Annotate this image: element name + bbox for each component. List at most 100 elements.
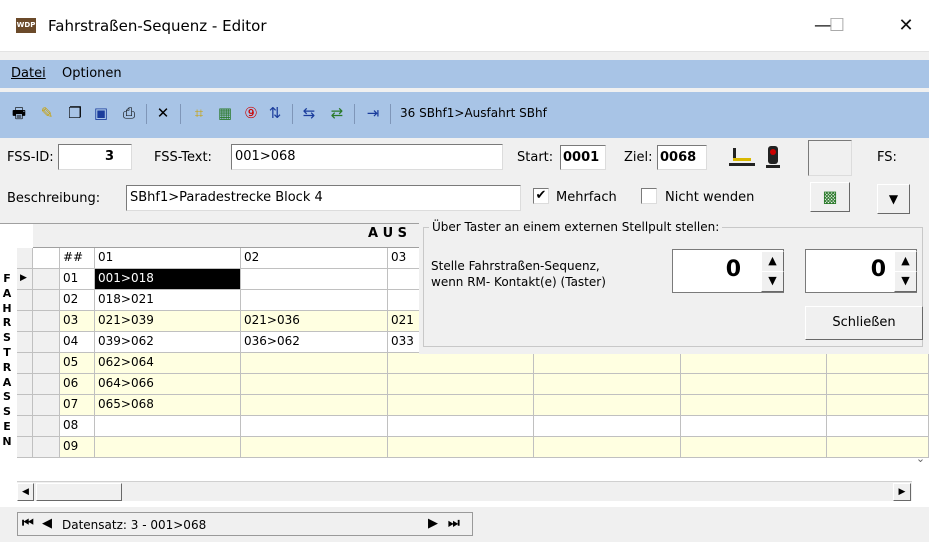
table-cell[interactable] bbox=[681, 353, 827, 374]
table-cell[interactable] bbox=[681, 374, 827, 395]
ziel-field[interactable]: 0068 bbox=[657, 145, 707, 170]
table-cell[interactable] bbox=[33, 437, 60, 458]
table-cell[interactable] bbox=[681, 437, 827, 458]
scroll-right-icon[interactable]: ▶ bbox=[893, 483, 911, 501]
table-cell[interactable]: 07 bbox=[60, 395, 95, 416]
scroll-down-icon[interactable]: ⌄ bbox=[912, 452, 929, 472]
print-icon[interactable]: ⎙ bbox=[118, 102, 140, 124]
maximize-button[interactable]: ☐ bbox=[814, 12, 860, 40]
move-left-icon[interactable]: ⇆ bbox=[298, 102, 320, 124]
move-right-icon[interactable]: ⇄ bbox=[326, 102, 348, 124]
table-cell[interactable]: 02 bbox=[60, 290, 95, 311]
menu-optionen[interactable]: Optionen bbox=[62, 66, 122, 81]
spin-up-icon[interactable]: ▲ bbox=[894, 251, 917, 272]
table-cell[interactable] bbox=[33, 311, 60, 332]
table-cell[interactable] bbox=[827, 353, 929, 374]
table-cell[interactable] bbox=[827, 395, 929, 416]
table-cell[interactable]: 039>062 bbox=[95, 332, 241, 353]
table-cell[interactable] bbox=[241, 416, 388, 437]
row-selector[interactable]: ▶ bbox=[17, 269, 33, 290]
grid-icon[interactable]: ▦ bbox=[214, 102, 236, 124]
row-selector[interactable] bbox=[17, 437, 33, 458]
fs-dropdown-button[interactable]: ▼ bbox=[877, 184, 910, 214]
row-selector[interactable] bbox=[17, 332, 33, 353]
close-panel-button[interactable]: Schließen bbox=[805, 306, 923, 340]
table-cell[interactable] bbox=[388, 395, 534, 416]
table-cell[interactable] bbox=[241, 269, 388, 290]
horizontal-scrollbar[interactable]: ◀ ▶ bbox=[17, 481, 912, 501]
spin-field-2[interactable]: 0 ▲ ▼ bbox=[805, 249, 917, 293]
table-cell[interactable]: 01 bbox=[60, 269, 95, 290]
table-cell[interactable] bbox=[388, 416, 534, 437]
next-record-icon[interactable]: ▶ bbox=[428, 516, 438, 531]
table-cell[interactable] bbox=[534, 437, 681, 458]
spin-field-1[interactable]: 0 ▲ ▼ bbox=[672, 249, 784, 293]
table-cell[interactable] bbox=[241, 374, 388, 395]
table-cell[interactable] bbox=[241, 437, 388, 458]
row-selector[interactable] bbox=[17, 416, 33, 437]
table-cell[interactable] bbox=[534, 395, 681, 416]
row-selector[interactable] bbox=[17, 374, 33, 395]
apply-icon[interactable]: ▩ bbox=[810, 182, 850, 212]
spin-up-icon[interactable]: ▲ bbox=[761, 251, 784, 272]
row-selector[interactable] bbox=[17, 290, 33, 311]
row-selector[interactable] bbox=[17, 395, 33, 416]
scroll-thumb[interactable] bbox=[36, 483, 122, 501]
start-field[interactable]: 0001 bbox=[560, 145, 606, 170]
table-cell[interactable]: 018>021 bbox=[95, 290, 241, 311]
scroll-left-icon[interactable]: ◀ bbox=[17, 483, 34, 501]
table-cell[interactable] bbox=[827, 374, 929, 395]
save-icon[interactable]: ▣ bbox=[90, 102, 112, 124]
table-cell[interactable] bbox=[827, 416, 929, 437]
exit-icon[interactable]: ⇥ bbox=[362, 102, 384, 124]
number-icon[interactable]: ⑨ bbox=[240, 102, 262, 124]
new-copy-icon[interactable]: ❐ bbox=[64, 102, 86, 124]
spin-down-icon[interactable]: ▼ bbox=[761, 271, 784, 292]
table-cell[interactable] bbox=[681, 395, 827, 416]
delete-icon[interactable]: ✕ bbox=[152, 102, 174, 124]
table-cell[interactable]: 036>062 bbox=[241, 332, 388, 353]
table-cell[interactable] bbox=[33, 374, 60, 395]
table-cell[interactable] bbox=[33, 416, 60, 437]
previous-record-icon[interactable]: ◀ bbox=[42, 516, 52, 531]
nicht-wenden-checkbox[interactable] bbox=[641, 188, 657, 204]
table-cell[interactable]: 021>039 bbox=[95, 311, 241, 332]
signal-icon[interactable] bbox=[762, 144, 788, 172]
table-cell[interactable] bbox=[388, 353, 534, 374]
fss-text-field[interactable]: 001>068 bbox=[231, 144, 503, 170]
beschreibung-field[interactable]: SBhf1>Paradestrecke Block 4 bbox=[126, 185, 521, 211]
mehrfach-checkbox[interactable]: ✔ bbox=[533, 188, 549, 204]
table-cell[interactable]: 06 bbox=[60, 374, 95, 395]
table-cell[interactable]: 062>064 bbox=[95, 353, 241, 374]
table-cell[interactable] bbox=[534, 416, 681, 437]
select-area-icon[interactable]: ⌗ bbox=[188, 102, 210, 124]
table-cell[interactable] bbox=[33, 290, 60, 311]
table-cell[interactable] bbox=[534, 353, 681, 374]
table-cell[interactable] bbox=[33, 395, 60, 416]
table-cell[interactable] bbox=[33, 269, 60, 290]
new-icon[interactable]: ✎ bbox=[36, 102, 58, 124]
row-selector[interactable] bbox=[17, 353, 33, 374]
table-cell[interactable]: 064>066 bbox=[95, 374, 241, 395]
table-cell[interactable]: 09 bbox=[60, 437, 95, 458]
table-cell[interactable]: 021>036 bbox=[241, 311, 388, 332]
table-cell[interactable]: 04 bbox=[60, 332, 95, 353]
table-cell[interactable] bbox=[241, 353, 388, 374]
table-cell[interactable] bbox=[33, 332, 60, 353]
table-cell[interactable]: 065>068 bbox=[95, 395, 241, 416]
table-cell[interactable] bbox=[388, 437, 534, 458]
first-record-icon[interactable]: ⏮ bbox=[22, 516, 34, 531]
table-cell[interactable] bbox=[534, 374, 681, 395]
row-selector[interactable] bbox=[17, 311, 33, 332]
table-cell[interactable] bbox=[95, 416, 241, 437]
table-cell[interactable] bbox=[95, 437, 241, 458]
table-cell[interactable] bbox=[241, 290, 388, 311]
last-record-icon[interactable]: ⏭ bbox=[448, 516, 460, 531]
table-cell[interactable]: 05 bbox=[60, 353, 95, 374]
menu-datei[interactable]: Datei bbox=[11, 66, 46, 81]
fss-id-field[interactable]: 3 bbox=[58, 144, 132, 170]
track-icon[interactable] bbox=[725, 144, 759, 172]
table-cell[interactable] bbox=[681, 416, 827, 437]
print-preview-icon[interactable]: 🖶 bbox=[8, 102, 30, 124]
table-cell[interactable] bbox=[388, 374, 534, 395]
